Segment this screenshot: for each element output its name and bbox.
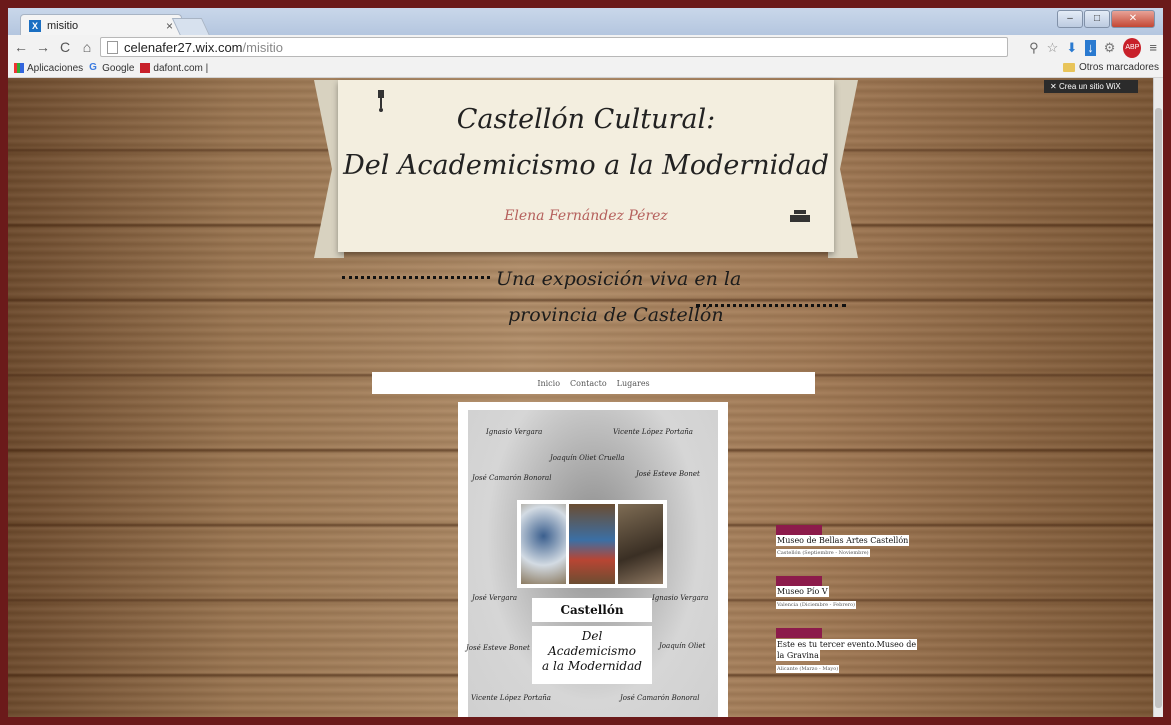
poster-name: José Vergara bbox=[472, 594, 518, 602]
star-bookmark-icon[interactable]: ☆ bbox=[1047, 40, 1059, 56]
download-icon[interactable]: ⬇ bbox=[1066, 40, 1077, 56]
nav-lugares[interactable]: Lugares bbox=[617, 379, 650, 388]
poster-name: Joaquín Oliet bbox=[659, 642, 706, 650]
maximize-button[interactable]: □ bbox=[1084, 10, 1110, 28]
painting-saint bbox=[617, 504, 663, 584]
google-icon: G bbox=[89, 62, 97, 73]
bookmark-apps[interactable]: Aplicaciones bbox=[14, 63, 83, 74]
event-date-badge bbox=[776, 628, 822, 638]
event-title-cont[interactable]: la Gravina bbox=[776, 650, 820, 661]
event-date-badge bbox=[776, 576, 822, 586]
window-controls: – □ ✕ bbox=[1057, 10, 1155, 28]
wix-badge-label: Crea un sitio WiX bbox=[1058, 82, 1121, 91]
poster-subtitle-line2: Academicismo bbox=[548, 644, 636, 658]
home-icon[interactable]: ⌂ bbox=[78, 39, 96, 55]
poster-title: Castellón Cultural bbox=[532, 598, 652, 641]
poster-name: José Esteve Bonet bbox=[466, 644, 530, 652]
event-date-badge bbox=[776, 525, 822, 535]
bookmark-dafont-label: dafont.com | bbox=[153, 62, 209, 74]
extension-icon[interactable]: ⚙ bbox=[1104, 40, 1116, 56]
extension-download-icon[interactable]: ↓ bbox=[1085, 40, 1096, 56]
wix-favicon-icon: X bbox=[29, 19, 41, 32]
site-title-line1: Castellón Cultural: bbox=[456, 104, 716, 135]
painting-virgin bbox=[569, 504, 615, 584]
browser-tab[interactable]: X misitio × bbox=[20, 14, 182, 36]
url-host: celenafer27.wix.com bbox=[124, 39, 243, 55]
header-banner: Castellón Cultural: Del Academicismo a l… bbox=[338, 80, 834, 252]
address-bar[interactable]: celenafer27.wix.com/misitio bbox=[100, 37, 1008, 57]
books-stack-icon bbox=[790, 210, 810, 222]
adblock-icon[interactable]: ABP bbox=[1123, 38, 1142, 58]
back-arrow-icon[interactable]: ← bbox=[12, 39, 30, 55]
other-bookmarks-label: Otros marcadores bbox=[1078, 62, 1159, 73]
page-icon bbox=[107, 40, 118, 54]
poster-name: Vicente López Portaña bbox=[471, 694, 551, 702]
site-title-line2: Del Academicismo a la Modernidad bbox=[343, 150, 829, 181]
nav-inicio[interactable]: Inicio bbox=[537, 379, 560, 388]
browser-window: X misitio × – □ ✕ ← → C ⌂ celenafer27.wi… bbox=[8, 8, 1163, 717]
poster-subtitle-line1: Del bbox=[581, 629, 603, 643]
event-title[interactable]: Museo Pío V bbox=[776, 586, 829, 597]
wix-badge[interactable]: ✕ Crea un sitio WiX bbox=[1044, 80, 1138, 93]
dafont-icon bbox=[140, 63, 151, 73]
poster-name: José Camarón Bonoral bbox=[472, 474, 552, 482]
close-window-button[interactable]: ✕ bbox=[1111, 10, 1155, 28]
event-title[interactable]: Museo de Bellas Artes Castellón bbox=[776, 535, 910, 546]
poster-name: José Camarón Bonoral bbox=[620, 694, 700, 702]
event-place: Castellón (Septiembre - Noviembre) bbox=[776, 549, 870, 557]
scrollbar-thumb[interactable] bbox=[1155, 108, 1162, 708]
poster-subtitle: Del Academicismo a la Modernidad bbox=[532, 626, 652, 684]
reload-icon[interactable]: C bbox=[56, 39, 74, 55]
toolbar-actions: ⚲ ☆ ⬇ ↓ ⚙ ABP ≡ bbox=[1029, 38, 1157, 58]
poster-name: José Esteve Bonet bbox=[636, 470, 700, 478]
site-nav: Inicio Contacto Lugares bbox=[372, 372, 815, 394]
subtitle-line2: provincia de Castellón bbox=[508, 304, 724, 326]
tab-close-icon[interactable]: × bbox=[166, 19, 173, 33]
poster-subtitle-line3: a la Modernidad bbox=[542, 659, 642, 673]
tab-title: misitio bbox=[47, 19, 79, 32]
minimize-button[interactable]: – bbox=[1057, 10, 1083, 28]
poster-name: Vicente López Portaña bbox=[613, 428, 693, 436]
forward-arrow-icon[interactable]: → bbox=[34, 39, 52, 55]
other-bookmarks[interactable]: Otros marcadores bbox=[1062, 62, 1159, 73]
apps-grid-icon bbox=[14, 63, 24, 73]
author-name: Elena Fernández Pérez bbox=[504, 208, 668, 224]
title-bar: X misitio × – □ ✕ bbox=[8, 8, 1163, 36]
subtitle-line1: Una exposición viva en la bbox=[496, 268, 742, 290]
event-place: Alicante (Marzo - Mayo) bbox=[776, 665, 840, 673]
event-title[interactable]: Este es tu tercer evento.Museo de bbox=[776, 639, 918, 650]
bookmark-google-label: Google bbox=[102, 62, 135, 74]
browser-toolbar: ← → C ⌂ celenafer27.wix.com/misitio ⚲ ☆ … bbox=[8, 35, 1163, 60]
poster-name: Ignasio Vergara bbox=[652, 594, 709, 602]
painting-vase bbox=[521, 504, 567, 584]
poster-collage bbox=[517, 500, 667, 588]
url-path: /misitio bbox=[242, 39, 283, 55]
bookmark-apps-label: Aplicaciones bbox=[27, 62, 84, 74]
zoom-icon[interactable]: ⚲ bbox=[1029, 40, 1039, 56]
folder-icon bbox=[1062, 63, 1075, 72]
nav-contacto[interactable]: Contacto bbox=[570, 379, 607, 388]
bookmark-google[interactable]: G Google bbox=[89, 63, 134, 74]
bookmarks-bar: Aplicaciones G Google dafont.com | Otros… bbox=[8, 59, 1163, 78]
poster-name: Ignasio Vergara bbox=[486, 428, 543, 436]
bookmark-dafont[interactable]: dafont.com | bbox=[140, 63, 208, 74]
menu-icon[interactable]: ≡ bbox=[1149, 40, 1157, 56]
dotted-line-left bbox=[342, 276, 490, 279]
poster-name: Joaquín Oliet Cruella bbox=[550, 454, 625, 462]
event-place: Valencia (Diciembre - Febrero) bbox=[776, 601, 857, 609]
